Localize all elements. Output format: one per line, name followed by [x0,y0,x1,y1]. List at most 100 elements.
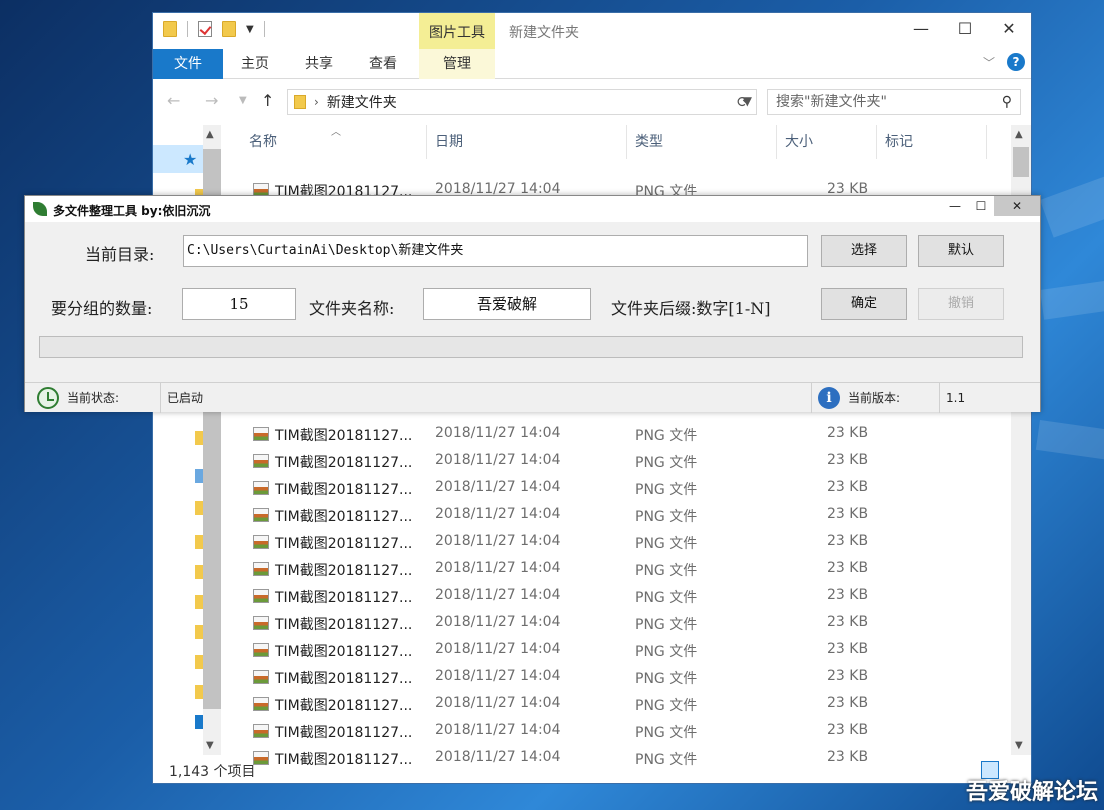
maximize-icon[interactable]: ☐ [943,13,987,45]
tab-manage[interactable]: 管理 [419,49,495,79]
file-name: TIM截图20181127... [275,563,413,579]
file-date: 2018/11/27 14:04 [435,722,561,738]
scroll-down-icon[interactable]: ▼ [1015,740,1023,751]
expand-ribbon-icon[interactable]: ﹀ [983,54,995,71]
properties-icon[interactable] [198,21,212,37]
desktop-ray [1040,158,1104,238]
image-file-icon [253,643,269,657]
tab-file[interactable]: 文件 [153,49,223,79]
folder-icon[interactable] [195,431,203,445]
maximize-icon[interactable]: ☐ [968,196,994,216]
file-size: 23 KB [827,560,869,576]
table-row[interactable]: TIM截图20181127... 2018/11/27 14:04 PNG 文件 23… [225,502,1011,529]
breadcrumb[interactable]: 新建文件夹 [327,92,397,112]
folder-icon[interactable] [195,685,203,699]
minimize-icon[interactable]: — [899,13,943,45]
tab-view[interactable]: 查看 [351,49,415,79]
scroll-up-icon[interactable]: ▲ [206,129,214,140]
column-size[interactable]: 大小 [777,125,877,159]
file-size: 23 KB [827,479,869,495]
search-input[interactable]: 搜索"新建文件夹" ⚲ [767,89,1021,115]
refresh-icon[interactable]: ⟳ [737,93,750,111]
column-type[interactable]: 类型 [627,125,777,159]
file-type: PNG 文件 [635,644,698,660]
computer-icon[interactable] [195,469,203,483]
column-tags[interactable]: 标记 [877,125,987,159]
status-value-cell: 已启动 [161,383,812,413]
back-arrow-icon[interactable]: ← [167,91,180,110]
address-field[interactable]: › 新建文件夹 ▼ [287,89,757,115]
table-row[interactable]: TIM截图20181127... 2018/11/27 14:04 PNG 文件 23… [225,529,1011,556]
windows-icon[interactable] [195,715,203,729]
search-icon[interactable]: ⚲ [1002,90,1012,114]
file-type: PNG 文件 [635,698,698,714]
table-row[interactable]: TIM截图20181127... 2018/11/27 14:04 PNG 文件 23… [225,664,1011,691]
group-count-input[interactable]: 15 [182,288,296,320]
up-arrow-icon[interactable]: ↑ [261,91,274,110]
divider [187,21,188,37]
file-size: 23 KB [827,506,869,522]
table-row[interactable]: TIM截图20181127... 2018/11/27 14:04 PNG 文件 23… [225,556,1011,583]
scroll-up-icon[interactable]: ▲ [1015,129,1023,140]
watermark: 吾爱破解论坛 [965,780,1098,805]
table-row[interactable]: TIM截图20181127... 2018/11/27 14:04 PNG 文件 23… [225,475,1011,502]
item-count: 1,143 个项目 [169,764,256,780]
tab-home[interactable]: 主页 [223,49,287,79]
table-row[interactable]: TIM截图20181127... 2018/11/27 14:04 PNG 文件 23… [225,583,1011,610]
window-controls: — ☐ ✕ [899,13,1031,45]
ribbon-tabs: 文件 主页 共享 查看 管理 [153,49,1031,79]
file-date: 2018/11/27 14:04 [435,614,561,630]
chevron-right-icon[interactable]: › [314,95,319,109]
table-row[interactable]: TIM截图20181127... 2018/11/27 14:04 PNG 文件 23… [225,718,1011,745]
help-icon[interactable]: ? [1007,53,1025,71]
confirm-button[interactable]: 确定 [821,288,907,320]
file-name: TIM截图20181127... [275,671,413,687]
recent-locations-icon[interactable]: ▼ [239,95,247,106]
tab-share[interactable]: 共享 [287,49,351,79]
scroll-down-icon[interactable]: ▼ [206,740,214,751]
column-date[interactable]: 日期 [427,125,627,159]
file-date: 2018/11/27 14:04 [435,533,561,549]
folder-icon[interactable] [195,655,203,669]
divider [263,21,265,37]
star-icon: ★ [183,150,198,169]
table-row[interactable]: TIM截图20181127... 2018/11/27 14:04 PNG 文件 23… [225,637,1011,664]
context-tab-picture-tools: 图片工具 [419,13,495,49]
image-file-icon [253,508,269,522]
default-button[interactable]: 默认 [918,235,1004,267]
undo-button[interactable]: 撤销 [918,288,1004,320]
table-row[interactable]: TIM截图20181127... 2018/11/27 14:04 PNG 文件 23… [225,691,1011,718]
scroll-thumb[interactable] [1013,147,1029,177]
chevron-down-icon[interactable]: ▼ [246,24,254,35]
table-row[interactable]: TIM截图20181127... 2018/11/27 14:04 PNG 文件 23… [225,448,1011,475]
close-icon[interactable]: ✕ [987,13,1031,45]
folder-icon[interactable] [195,535,203,549]
new-folder-icon[interactable] [222,21,236,37]
folder-icon[interactable] [195,625,203,639]
folder-icon [294,95,306,109]
dir-input[interactable]: C:\Users\CurtainAi\Desktop\新建文件夹 [183,235,808,267]
forward-arrow-icon[interactable]: → [205,91,218,110]
table-row[interactable]: TIM截图20181127... 2018/11/27 14:04 PNG 文件 23… [225,610,1011,637]
dir-label: 当前目录: [85,245,155,264]
folder-icon[interactable] [195,501,203,515]
tool-title: 多文件整理工具 by:依旧沉沉 [53,204,211,218]
folder-name-input[interactable]: 吾爱破解 [423,288,591,320]
folder-icon[interactable] [195,565,203,579]
version-label: 当前版本: [848,391,901,405]
select-button[interactable]: 选择 [821,235,907,267]
file-size: 23 KB [827,722,869,738]
table-row[interactable]: TIM截图20181127... 2018/11/27 14:04 PNG 文件 23… [225,421,1011,448]
status-label-cell: 当前状态: [25,383,161,413]
folder-icon[interactable] [163,21,177,37]
file-name: TIM截图20181127... [275,455,413,471]
close-icon[interactable]: ✕ [994,196,1040,216]
file-type: PNG 文件 [635,455,698,471]
file-name: TIM截图20181127... [275,644,413,660]
folder-icon[interactable] [195,595,203,609]
quick-access-item[interactable]: ★ [153,145,203,173]
image-file-icon [253,697,269,711]
file-size: 23 KB [827,641,869,657]
image-file-icon [253,670,269,684]
minimize-icon[interactable]: — [942,196,968,216]
